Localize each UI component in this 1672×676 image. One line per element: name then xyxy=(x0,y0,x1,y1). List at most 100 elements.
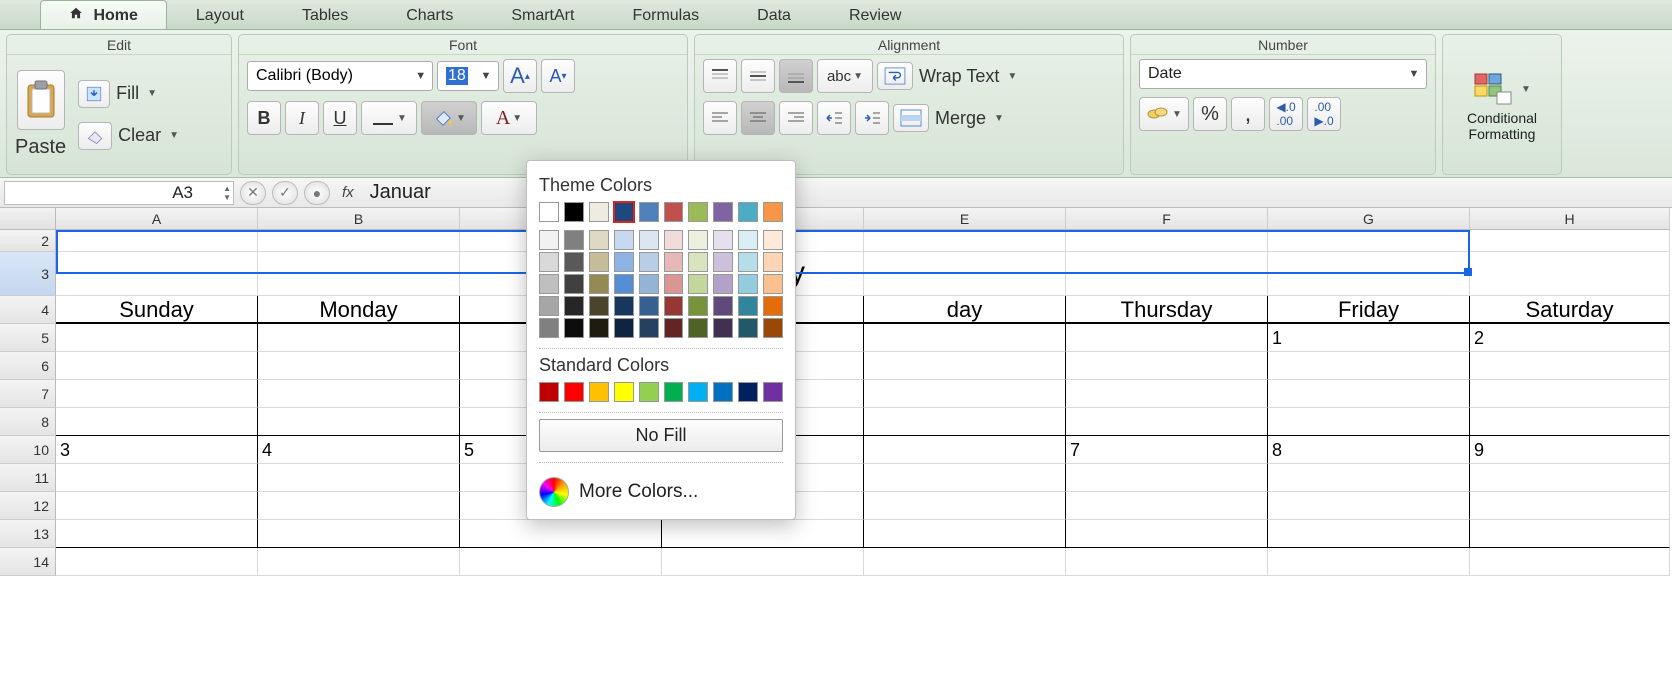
cell[interactable] xyxy=(1066,492,1268,520)
theme-tint-swatch[interactable] xyxy=(639,296,659,316)
align-middle-button[interactable] xyxy=(741,59,775,93)
font-color-dropdown[interactable]: ▼ xyxy=(512,113,522,124)
tab-smartart[interactable]: SmartArt xyxy=(482,1,603,29)
align-center-button[interactable] xyxy=(741,101,775,135)
theme-tint-swatch[interactable] xyxy=(639,230,659,250)
spreadsheet-grid[interactable]: ABCDEFGH 234SundayMondaydayThursdayFrida… xyxy=(0,208,1672,576)
theme-tint-swatch[interactable] xyxy=(564,318,584,338)
number-format-caret[interactable]: ▼ xyxy=(1406,68,1422,80)
row-header-5[interactable]: 5 xyxy=(0,324,56,352)
theme-tint-swatch[interactable] xyxy=(688,318,708,338)
cell[interactable] xyxy=(258,380,460,408)
theme-swatch[interactable] xyxy=(589,202,609,222)
cell[interactable] xyxy=(258,230,460,252)
theme-tint-swatch[interactable] xyxy=(539,274,559,294)
cell[interactable]: 2 xyxy=(1470,324,1670,352)
font-size-value[interactable]: 18 xyxy=(446,67,468,85)
theme-tint-swatch[interactable] xyxy=(664,230,684,250)
increase-font-button[interactable]: A▴ xyxy=(503,59,537,93)
theme-tint-swatch[interactable] xyxy=(763,318,783,338)
theme-tint-swatch[interactable] xyxy=(589,274,609,294)
select-all-corner[interactable] xyxy=(0,208,56,230)
border-dropdown[interactable]: ▼ xyxy=(397,113,407,124)
row-header-13[interactable]: 13 xyxy=(0,520,56,548)
cell[interactable] xyxy=(864,464,1066,492)
standard-swatch[interactable] xyxy=(564,382,584,402)
cell[interactable]: Monday xyxy=(258,296,460,324)
theme-tint-swatch[interactable] xyxy=(614,252,634,272)
fill-color-dropdown[interactable]: ▼ xyxy=(456,113,466,124)
increase-indent-button[interactable] xyxy=(855,101,889,135)
more-colors-button[interactable]: More Colors... xyxy=(539,477,783,507)
orientation-button[interactable]: abc▼ xyxy=(817,59,873,93)
cell[interactable] xyxy=(1268,380,1470,408)
theme-tint-swatch[interactable] xyxy=(688,274,708,294)
theme-tint-swatch[interactable] xyxy=(539,230,559,250)
clear-button[interactable] xyxy=(78,122,112,150)
cell[interactable] xyxy=(864,380,1066,408)
cell[interactable]: 4 xyxy=(258,436,460,464)
align-left-button[interactable] xyxy=(703,101,737,135)
border-button[interactable]: ▼ xyxy=(361,101,417,135)
cell[interactable] xyxy=(864,252,1066,296)
standard-swatch[interactable] xyxy=(713,382,733,402)
cell[interactable] xyxy=(56,408,258,436)
theme-swatch[interactable] xyxy=(763,202,783,222)
cell[interactable] xyxy=(56,324,258,352)
paste-button[interactable] xyxy=(17,70,65,130)
theme-tint-swatch[interactable] xyxy=(713,252,733,272)
cell[interactable] xyxy=(1066,520,1268,548)
cell[interactable] xyxy=(258,408,460,436)
font-color-button[interactable]: A ▼ xyxy=(481,101,537,135)
theme-tint-swatch[interactable] xyxy=(763,274,783,294)
wrap-text-icon-button[interactable] xyxy=(877,62,913,90)
theme-tint-swatch[interactable] xyxy=(589,318,609,338)
theme-tint-swatch[interactable] xyxy=(713,230,733,250)
theme-tint-swatch[interactable] xyxy=(639,274,659,294)
cell[interactable] xyxy=(1268,352,1470,380)
theme-tint-swatch[interactable] xyxy=(564,296,584,316)
name-box[interactable]: A3 ▲▼ xyxy=(4,181,234,205)
theme-tint-swatch[interactable] xyxy=(639,252,659,272)
font-name-combo[interactable]: ▼ xyxy=(247,61,433,91)
font-name-input[interactable] xyxy=(256,67,413,85)
theme-swatch[interactable] xyxy=(564,202,584,222)
cell[interactable] xyxy=(258,492,460,520)
row-header-6[interactable]: 6 xyxy=(0,352,56,380)
tab-charts[interactable]: Charts xyxy=(377,1,482,29)
theme-swatch[interactable] xyxy=(713,202,733,222)
cell[interactable]: 9 xyxy=(1470,436,1670,464)
cell[interactable] xyxy=(1066,464,1268,492)
increase-decimal-button[interactable]: ◀.0.00 xyxy=(1269,97,1303,131)
name-box-stepper[interactable]: ▲▼ xyxy=(223,184,231,202)
cell[interactable] xyxy=(56,252,258,296)
cell[interactable] xyxy=(258,324,460,352)
cell[interactable] xyxy=(662,548,864,576)
cell[interactable] xyxy=(662,520,864,548)
standard-swatch[interactable] xyxy=(664,382,684,402)
row-header-10[interactable]: 10 xyxy=(0,436,56,464)
cell[interactable]: 8 xyxy=(1268,436,1470,464)
theme-tint-swatch[interactable] xyxy=(688,252,708,272)
row-header-3[interactable]: 3 xyxy=(0,252,56,296)
cell[interactable] xyxy=(1470,492,1670,520)
cell[interactable] xyxy=(56,230,258,252)
theme-tint-swatch[interactable] xyxy=(664,252,684,272)
theme-tint-swatch[interactable] xyxy=(763,230,783,250)
cell[interactable] xyxy=(864,520,1066,548)
cell[interactable] xyxy=(1470,352,1670,380)
italic-button[interactable]: I xyxy=(285,101,319,135)
theme-tint-swatch[interactable] xyxy=(713,274,733,294)
formula-builder-button[interactable]: ● xyxy=(304,181,330,205)
cell[interactable]: 3 xyxy=(56,436,258,464)
cell[interactable] xyxy=(1268,520,1470,548)
cancel-formula-button[interactable]: ✕ xyxy=(240,181,266,205)
cell[interactable] xyxy=(864,352,1066,380)
theme-tint-swatch[interactable] xyxy=(664,274,684,294)
fill-button[interactable] xyxy=(78,80,110,108)
cell[interactable] xyxy=(1470,230,1670,252)
cell[interactable] xyxy=(1470,252,1670,296)
cell[interactable] xyxy=(1066,408,1268,436)
cell[interactable] xyxy=(1066,352,1268,380)
column-header-A[interactable]: A xyxy=(56,208,258,230)
